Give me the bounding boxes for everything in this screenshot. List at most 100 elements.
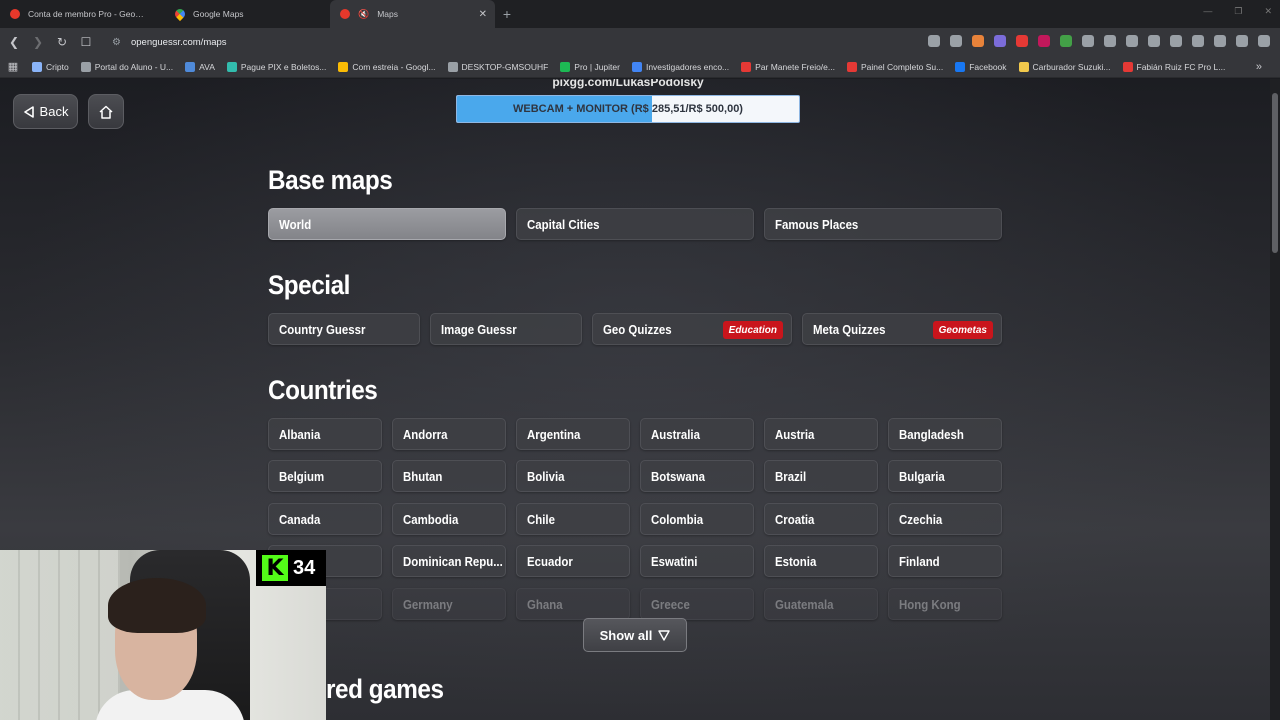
country-button[interactable]: Eswatini: [640, 545, 754, 577]
extension-icon[interactable]: [1060, 35, 1072, 47]
menu-icon[interactable]: [1258, 35, 1270, 47]
wallet-icon[interactable]: [1192, 35, 1204, 47]
back-button[interactable]: Back: [13, 94, 78, 129]
more-bookmarks-icon[interactable]: »: [1256, 61, 1262, 73]
special-country-guessr-button[interactable]: Country Guessr: [268, 313, 420, 345]
bookmark-item[interactable]: Par Manete Freio/e...: [735, 61, 841, 72]
bookmark-item[interactable]: DESKTOP-GMSOUHF: [442, 61, 555, 72]
country-button[interactable]: Hong Kong: [888, 588, 1002, 620]
country-button[interactable]: Ghana: [516, 588, 630, 620]
country-button[interactable]: Brazil: [764, 460, 878, 492]
back-arrow-icon[interactable]: ❮: [4, 35, 24, 49]
bookmark-item[interactable]: Portal do Aluno - U...: [75, 61, 179, 72]
brave-shield-icon[interactable]: [972, 35, 984, 47]
country-button[interactable]: Colombia: [640, 503, 754, 535]
minimize-icon[interactable]: —: [1203, 6, 1212, 17]
country-button[interactable]: Australia: [640, 418, 754, 450]
country-button[interactable]: Bangladesh: [888, 418, 1002, 450]
translate-icon[interactable]: [928, 35, 940, 47]
bookmark-icon[interactable]: ☐: [76, 35, 96, 49]
new-tab-button[interactable]: +: [495, 6, 519, 22]
leo-icon[interactable]: [1214, 35, 1226, 47]
country-button[interactable]: Guatemala: [764, 588, 878, 620]
bookmark-item[interactable]: Cripto: [26, 61, 75, 72]
country-button[interactable]: Botswana: [640, 460, 754, 492]
country-button[interactable]: Canada: [268, 503, 382, 535]
bookmark-item[interactable]: Fabián Ruiz FC Pro L...: [1117, 61, 1232, 72]
bookmark-item[interactable]: Pro | Jupiter: [554, 61, 626, 72]
bookmark-item[interactable]: Investigadores enco...: [626, 61, 735, 72]
special-image-guessr-button[interactable]: Image Guessr: [430, 313, 582, 345]
country-button[interactable]: Andorra: [392, 418, 506, 450]
extension-icon[interactable]: [1016, 35, 1028, 47]
vpn-icon[interactable]: [1236, 35, 1248, 47]
back-triangle-icon: [23, 105, 34, 118]
country-button[interactable]: Bulgaria: [888, 460, 1002, 492]
share-icon[interactable]: [950, 35, 962, 47]
bookmark-item[interactable]: Com estreia - Googl...: [332, 61, 441, 72]
special-meta-quizzes-button[interactable]: Meta Quizzes Geometas: [802, 313, 1002, 345]
country-button[interactable]: Austria: [764, 418, 878, 450]
tab-geoguessr[interactable]: Conta de membro Pro - GeoGuessr: [0, 0, 165, 28]
extension-icon[interactable]: [1038, 35, 1050, 47]
bookmark-item[interactable]: Painel Completo Su...: [841, 61, 949, 72]
bookmark-label: Facebook: [969, 61, 1007, 72]
country-button[interactable]: Greece: [640, 588, 754, 620]
scrollbar-thumb[interactable]: [1272, 93, 1278, 253]
restore-icon[interactable]: ❐: [1234, 6, 1242, 17]
country-button[interactable]: Finland: [888, 545, 1002, 577]
home-button[interactable]: [88, 94, 124, 129]
country-button[interactable]: Chile: [516, 503, 630, 535]
country-button[interactable]: Ecuador: [516, 545, 630, 577]
bookmark-item[interactable]: Carburador Suzuki...: [1013, 61, 1117, 72]
extension-icon[interactable]: [1126, 35, 1138, 47]
show-all-button[interactable]: Show all: [583, 618, 687, 652]
country-label: Cambodia: [403, 511, 459, 527]
country-label: Canada: [279, 511, 321, 527]
country-button[interactable]: Estonia: [764, 545, 878, 577]
map-world-button[interactable]: World: [268, 208, 506, 240]
country-button[interactable]: Croatia: [764, 503, 878, 535]
puzzle-icon[interactable]: [1104, 35, 1116, 47]
tab-maps[interactable]: 🔇 Maps ✕: [330, 0, 495, 28]
country-label: Austria: [775, 426, 815, 442]
country-button[interactable]: Belgium: [268, 460, 382, 492]
special-geo-quizzes-button[interactable]: Geo Quizzes Education: [592, 313, 792, 345]
forward-arrow-icon[interactable]: ❯: [28, 35, 48, 49]
tab-google-maps[interactable]: Google Maps: [165, 0, 330, 28]
country-button[interactable]: Czechia: [888, 503, 1002, 535]
map-famous-places-button[interactable]: Famous Places: [764, 208, 1002, 240]
url-field[interactable]: ⚙ openguessr.com/maps: [106, 31, 227, 53]
bookmark-item[interactable]: AVA: [179, 61, 221, 72]
country-button[interactable]: Argentina: [516, 418, 630, 450]
country-button[interactable]: Bolivia: [516, 460, 630, 492]
apps-grid-icon[interactable]: ▦: [0, 60, 26, 73]
country-label: Belgium: [279, 468, 325, 484]
country-button[interactable]: Dominican Repu...: [392, 545, 506, 577]
country-button[interactable]: Bhutan: [392, 460, 506, 492]
page-scrollbar[interactable]: [1270, 79, 1280, 720]
map-capital-cities-button[interactable]: Capital Cities: [516, 208, 754, 240]
country-button[interactable]: Albania: [268, 418, 382, 450]
close-tab-icon[interactable]: ✕: [479, 9, 487, 20]
map-label: World: [279, 216, 312, 232]
extension-icon[interactable]: [994, 35, 1006, 47]
bookmark-item[interactable]: Pague PIX e Boletos...: [221, 61, 333, 72]
country-button[interactable]: Germany: [392, 588, 506, 620]
extension-icon[interactable]: [1082, 35, 1094, 47]
bookmark-favicon-icon: [185, 61, 196, 72]
bookmark-favicon-icon: [955, 61, 966, 72]
site-info-icon[interactable]: ⚙: [112, 37, 121, 48]
bookmark-label: DESKTOP-GMSOUHF: [461, 61, 549, 72]
sidebar-icon[interactable]: [1170, 35, 1182, 47]
bookmark-label: Investigadores enco...: [645, 61, 730, 72]
close-window-icon[interactable]: ✕: [1264, 6, 1272, 17]
country-label: Botswana: [651, 468, 706, 484]
country-button[interactable]: Cambodia: [392, 503, 506, 535]
reload-icon[interactable]: ↻: [52, 35, 72, 49]
google-maps-icon: [172, 6, 188, 22]
bookmark-favicon-icon: [80, 61, 91, 72]
bookmark-item[interactable]: Facebook: [949, 61, 1012, 72]
country-label: Finland: [899, 553, 940, 569]
music-icon[interactable]: [1148, 35, 1160, 47]
